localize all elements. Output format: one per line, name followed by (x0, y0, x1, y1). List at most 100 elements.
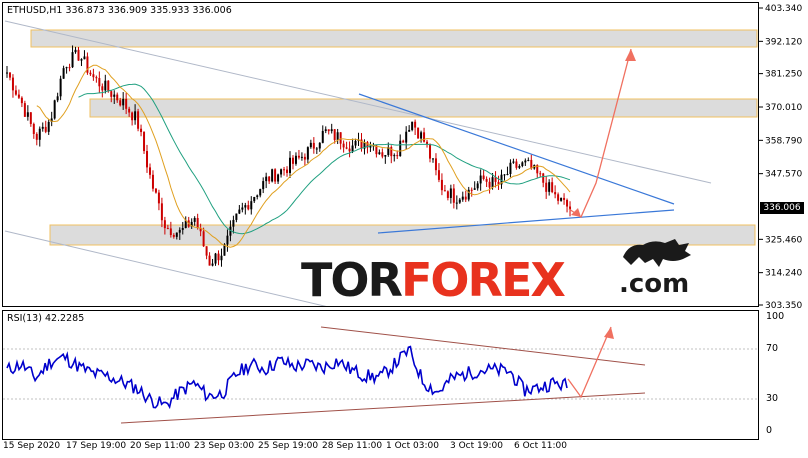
candle-body (485, 178, 488, 182)
rsi-line (6, 345, 568, 410)
trading-chart-window: TOR FOREX .com ETHUSD,H1 336.873 336.909… (0, 0, 808, 458)
candle-body (542, 173, 545, 183)
candle-body (113, 94, 116, 97)
candle-body (166, 228, 169, 230)
candle-body (306, 147, 309, 160)
candle-body (68, 67, 71, 69)
candle-body (333, 129, 336, 140)
price-axis-label: 381.250 (765, 70, 802, 80)
projection-arrow (568, 48, 636, 218)
candle-body (286, 169, 289, 173)
candle-body (205, 246, 208, 256)
candle-body (104, 80, 107, 91)
candle-body (238, 209, 241, 214)
candle-body (20, 97, 23, 104)
candle-body (253, 196, 256, 202)
candle-body (98, 78, 101, 87)
candle-body (566, 199, 569, 207)
candle-body (327, 129, 330, 132)
candle-body (140, 128, 143, 133)
candle-body (107, 80, 110, 92)
candle-body (491, 177, 494, 188)
time-label: 1 Oct 03:00 (386, 441, 439, 451)
current-price-tag: 336.006 (760, 202, 804, 214)
candle-body (80, 59, 83, 61)
candle-body (503, 174, 506, 176)
time-label: 17 Sep 19:00 (66, 441, 127, 451)
resistance-zone-top (30, 29, 758, 48)
candle-body (277, 174, 280, 182)
watermark-forex: FOREX (401, 253, 566, 307)
candle-body (458, 199, 461, 203)
rsi-indicator-pane[interactable]: RSI(13) 42.2285 (2, 310, 759, 440)
resistance-zone-mid (89, 98, 758, 118)
candle-body (211, 263, 214, 266)
candle-body (321, 130, 324, 143)
price-chart-pane[interactable]: TOR FOREX .com ETHUSD,H1 336.873 336.909… (2, 2, 759, 322)
moving-average-fast (36, 64, 571, 248)
chart-low: 335.933 (150, 5, 190, 16)
candle-body (381, 152, 384, 157)
rsi-lower-trendline[interactable] (120, 392, 646, 424)
chart-header: ETHUSD,H1 336.873 336.909 335.933 336.00… (7, 5, 232, 16)
candle-body (137, 111, 140, 129)
candle-body (342, 143, 345, 148)
time-label: 3 Oct 19:00 (450, 441, 503, 451)
candle-body (348, 148, 351, 152)
candle-body (345, 147, 348, 149)
candle-body (244, 205, 247, 208)
candle-body (65, 67, 68, 69)
candle-body (32, 123, 35, 134)
price-axis-label: 314.240 (765, 269, 802, 279)
candle-body (393, 155, 396, 157)
candle-body (488, 181, 491, 188)
rsi-axis-label-100: 100 (766, 311, 785, 322)
candle-body (420, 132, 423, 139)
candle-body (208, 255, 211, 266)
candle-body (297, 155, 300, 158)
candle-body (274, 169, 277, 182)
price-axis-label: 303.350 (765, 301, 802, 310)
time-label: 23 Sep 03:00 (194, 441, 255, 451)
candle-body (101, 86, 104, 91)
rsi-canvas[interactable] (3, 311, 758, 439)
candle-body (411, 121, 414, 130)
candle-body (443, 190, 446, 192)
candle-body (178, 229, 181, 233)
candle-body (414, 121, 417, 128)
candle-body (110, 91, 113, 97)
candle-body (405, 131, 408, 143)
candle-body (271, 169, 274, 182)
candle-body (250, 201, 253, 210)
candle-body (35, 133, 38, 140)
torforex-watermark: TOR FOREX .com (301, 239, 701, 307)
candle-body (431, 158, 434, 160)
candle-body (172, 235, 175, 237)
candle-body (482, 175, 485, 179)
chart-symbol: ETHUSD,H1 (7, 5, 63, 16)
candle-body (378, 152, 381, 155)
price-axis-label: 347.570 (765, 170, 802, 180)
candle-body (23, 103, 26, 117)
candle-body (515, 161, 518, 168)
candle-body (521, 162, 524, 167)
candle-body (289, 157, 291, 173)
candle-body (426, 141, 429, 145)
candle-body (268, 176, 271, 182)
candle-body (259, 189, 262, 196)
candle-body (309, 142, 312, 148)
candle-body (560, 197, 563, 201)
candle-body (509, 162, 512, 174)
candle-body (163, 220, 166, 229)
candle-body (527, 159, 530, 161)
candle-body (83, 56, 86, 60)
price-axis-label: 358.790 (765, 136, 802, 146)
candle-body (315, 148, 318, 150)
candle-body (119, 100, 122, 106)
candle-body (122, 98, 125, 106)
rsi-upper-trendline[interactable] (320, 326, 646, 366)
price-axis-label: 370.010 (765, 103, 802, 113)
candle-body (280, 169, 283, 175)
chart-open: 336.873 (65, 5, 105, 16)
candle-body (56, 96, 59, 101)
